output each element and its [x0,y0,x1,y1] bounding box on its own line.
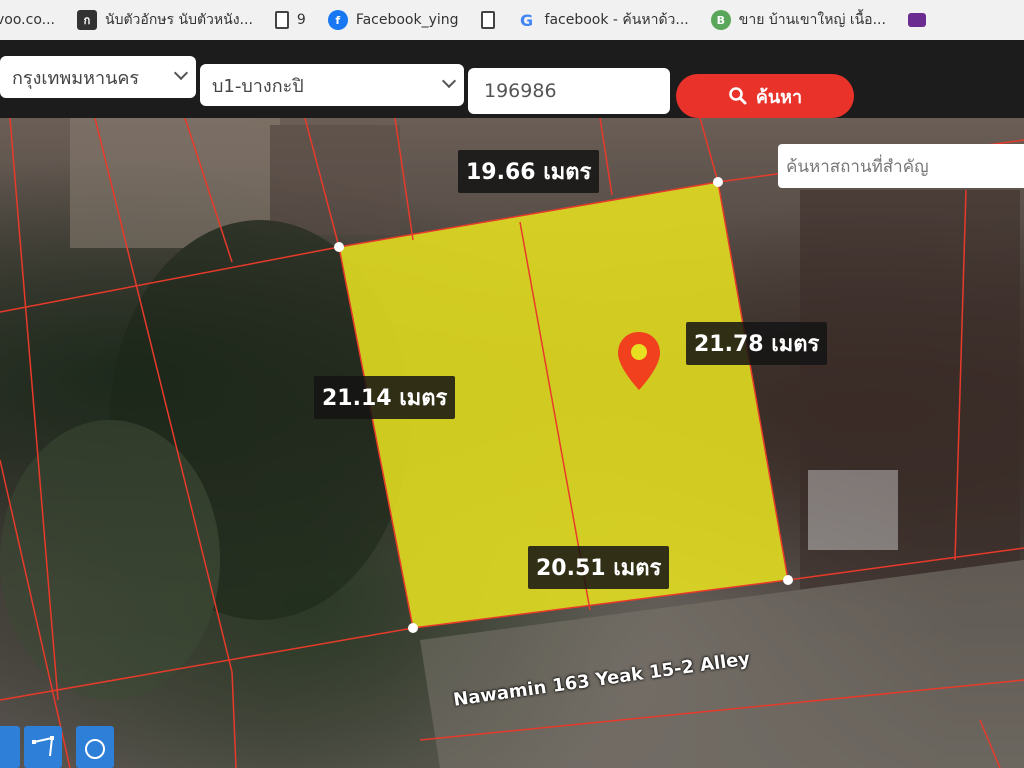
bookmark-7[interactable] [907,13,926,27]
google-icon: G [519,10,534,30]
bookmark-0[interactable]: voo.co... [0,12,55,28]
green-site-icon: B [710,10,731,30]
satellite-map[interactable] [0,118,1024,768]
place-search-input[interactable]: ค้นหาสถานที่สำคัญ [778,144,1024,188]
circle-tool-button[interactable] [76,726,114,768]
polygon-tool-button[interactable] [24,726,62,768]
polygon-tool-icon [32,736,54,757]
doc-icon [480,11,495,29]
province-value: กรุงเทพมหานคร [12,67,140,89]
bookmark-0-label: voo.co... [0,12,55,28]
circle-tool-icon [85,739,105,759]
doc-icon [274,11,289,29]
facebook-icon: f [327,10,348,30]
search-icon [729,87,747,105]
purple-site-icon [907,13,926,27]
top-dimension-label: 19.66 เมตร [458,150,600,193]
bookmark-6-label: ขาย บ้านเขาใหญ่ เนื้อ... [738,12,886,28]
parcel-code-value: 196986 [484,80,557,102]
right-dimension-label: 21.78 เมตร [686,322,828,365]
app-icon: ก [77,10,97,30]
bookmark-3[interactable]: f Facebook_ying [327,10,459,30]
bookmark-4[interactable] [480,11,495,29]
bottom-dimension-label: 20.51 เมตร [528,546,670,589]
parcel-code-input[interactable]: 196986 [468,68,670,114]
bookmark-6[interactable]: B ขาย บ้านเขาใหญ่ เนื้อ... [710,9,886,31]
bookmark-5[interactable]: G facebook - ค้นหาด้ว... [517,9,689,31]
bookmark-1[interactable]: ก นับตัวอักษร นับตัวหนัง... [77,9,253,31]
parcel-overlay [0,118,1024,768]
left-dimension-label: 21.14 เมตร [314,376,456,419]
search-button[interactable]: ค้นหา [676,74,854,118]
bookmark-2[interactable]: 9 [274,11,306,29]
bookmark-1-label: นับตัวอักษร นับตัวหนัง... [105,12,253,28]
chevron-down-icon [173,65,189,81]
location-pin-icon[interactable] [615,330,663,396]
district-value: บ1-บางกะปิ [212,75,304,97]
vertex-handle[interactable] [713,177,723,187]
bookmark-3-label: Facebook_ying [355,12,459,28]
bookmark-5-label: facebook - ค้นหาด้ว... [544,12,689,28]
bookmark-2-label: 9 [296,12,306,28]
vertex-handle[interactable] [334,242,344,252]
search-button-label: ค้นหา [755,86,803,108]
bookmarks-bar: voo.co... ก นับตัวอักษร นับตัวหนัง... 9 … [0,0,1024,40]
vertex-handle[interactable] [783,575,793,585]
district-select[interactable]: บ1-บางกะปิ [200,64,464,106]
place-search-placeholder: ค้นหาสถานที่สำคัญ [786,156,929,177]
province-select[interactable]: กรุงเทพมหานคร [0,56,196,98]
chevron-down-icon [441,73,457,89]
tool-button-partial[interactable] [0,726,20,768]
vertex-handle[interactable] [408,623,418,633]
